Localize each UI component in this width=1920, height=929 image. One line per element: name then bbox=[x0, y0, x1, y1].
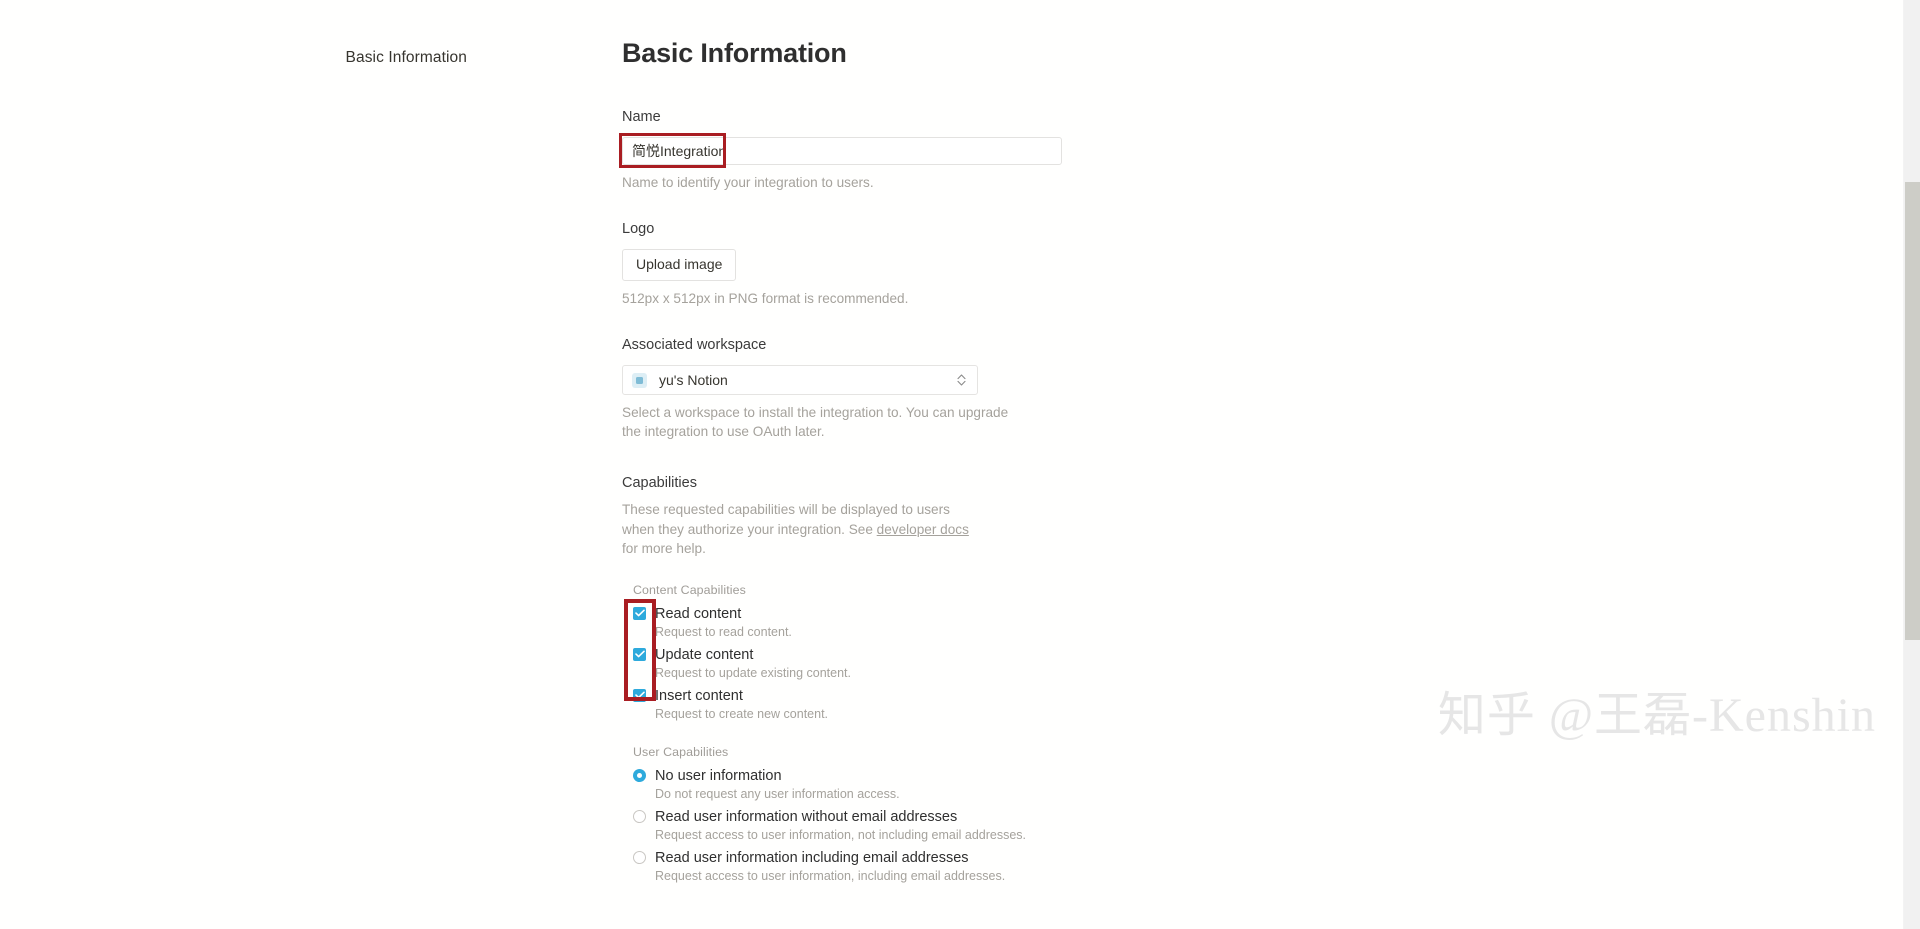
name-help-text: Name to identify your integration to use… bbox=[622, 175, 874, 190]
sidebar: Basic Information bbox=[0, 0, 615, 929]
radio-row-no-user-information[interactable]: No user information Do not request any u… bbox=[633, 767, 1062, 803]
workspace-help-line-1: Select a workspace to install the integr… bbox=[622, 405, 1009, 420]
checkbox-sublabel: Request to create new content. bbox=[655, 706, 829, 721]
checkbox-label: Insert content bbox=[655, 687, 743, 704]
checkbox-checked-icon[interactable] bbox=[633, 647, 646, 661]
capabilities-heading: Capabilities bbox=[622, 475, 697, 491]
checkbox-control[interactable] bbox=[633, 687, 655, 702]
radio-label: No user information bbox=[655, 767, 782, 784]
workspace-help-text: Select a workspace to install the integr… bbox=[622, 403, 1062, 441]
workspace-label: Associated workspace bbox=[622, 337, 767, 353]
workspace-select[interactable]: yu's Notion bbox=[622, 365, 978, 395]
capabilities-section: Capabilities These requested capabilitie… bbox=[622, 475, 1062, 885]
capabilities-desc-part2: authorize your integration. See bbox=[687, 521, 877, 537]
chevron-updown-icon bbox=[956, 373, 967, 387]
checkbox-sublabel: Request to update existing content. bbox=[655, 665, 851, 680]
radio-control[interactable] bbox=[633, 849, 655, 864]
radio-row-read-user-info-no-email[interactable]: Read user information without email addr… bbox=[633, 808, 1062, 844]
checkbox-text: Insert content Request to create new con… bbox=[655, 687, 1062, 723]
radio-text: Read user information without email addr… bbox=[655, 808, 1062, 844]
name-input[interactable] bbox=[622, 137, 1062, 165]
content-capabilities-group: Content Capabilities Read content Reques… bbox=[624, 582, 1062, 723]
logo-field-group: Logo Upload image 512px x 512px in PNG f… bbox=[622, 220, 1062, 308]
checkbox-label: Update content bbox=[655, 646, 754, 663]
main-content: Basic Information Name Name to identify … bbox=[615, 0, 1920, 929]
name-label: Name bbox=[622, 109, 661, 125]
checkbox-label: Read content bbox=[655, 605, 742, 622]
radio-control[interactable] bbox=[633, 767, 655, 782]
sidebar-item-basic-information[interactable]: Basic Information bbox=[346, 48, 467, 68]
radio-selected-icon[interactable] bbox=[633, 768, 646, 782]
capabilities-description: These requested capabilities will be dis… bbox=[622, 500, 982, 559]
radio-unselected-icon[interactable] bbox=[633, 850, 646, 864]
radio-sublabel: Do not request any user information acce… bbox=[655, 786, 900, 801]
content-capabilities-title: Content Capabilities bbox=[633, 582, 746, 597]
radio-text: Read user information including email ad… bbox=[655, 849, 1062, 885]
vertical-scrollbar-track[interactable] bbox=[1903, 0, 1920, 929]
workspace-selected-value: yu's Notion bbox=[659, 372, 728, 388]
radio-sublabel: Request access to user information, not … bbox=[655, 827, 1027, 842]
checkbox-text: Update content Request to update existin… bbox=[655, 646, 1062, 682]
vertical-scrollbar-thumb[interactable] bbox=[1905, 182, 1920, 640]
checkbox-sublabel: Request to read content. bbox=[655, 624, 792, 639]
developer-docs-link[interactable]: developer docs bbox=[877, 522, 969, 537]
radio-control[interactable] bbox=[633, 808, 655, 823]
user-capabilities-group: User Capabilities No user information Do… bbox=[633, 745, 1062, 885]
logo-label: Logo bbox=[622, 221, 655, 237]
radio-row-read-user-info-with-email[interactable]: Read user information including email ad… bbox=[633, 849, 1062, 885]
checkbox-checked-icon[interactable] bbox=[633, 606, 646, 620]
workspace-field-group: Associated workspace yu's Notion Select … bbox=[622, 336, 1062, 441]
page-title: Basic Information bbox=[622, 38, 847, 68]
radio-text: No user information Do not request any u… bbox=[655, 767, 1062, 803]
workspace-icon bbox=[632, 372, 647, 388]
upload-image-button[interactable]: Upload image bbox=[622, 249, 737, 281]
radio-sublabel: Request access to user information, incl… bbox=[655, 868, 1006, 883]
page-root: Basic Information Basic Information Name… bbox=[0, 0, 1920, 929]
checkbox-row-read-content[interactable]: Read content Request to read content. bbox=[633, 605, 1062, 641]
name-field-group: Name Name to identify your integration t… bbox=[619, 108, 1062, 192]
checkbox-text: Read content Request to read content. bbox=[655, 605, 1062, 641]
checkbox-row-insert-content[interactable]: Insert content Request to create new con… bbox=[633, 687, 1062, 723]
radio-label: Read user information without email addr… bbox=[655, 808, 958, 825]
user-capabilities-title: User Capabilities bbox=[633, 744, 729, 759]
checkbox-control[interactable] bbox=[633, 605, 655, 620]
radio-label: Read user information including email ad… bbox=[655, 849, 969, 866]
capabilities-desc-part3: for more help. bbox=[622, 541, 706, 556]
radio-unselected-icon[interactable] bbox=[633, 809, 646, 823]
content-column: Basic Information Name Name to identify … bbox=[619, 36, 1062, 885]
checkbox-checked-icon[interactable] bbox=[633, 688, 646, 702]
checkbox-control[interactable] bbox=[633, 646, 655, 661]
logo-help-text: 512px x 512px in PNG format is recommend… bbox=[622, 291, 909, 306]
workspace-help-line-2: the integration to use OAuth later. bbox=[622, 424, 825, 439]
checkbox-row-update-content[interactable]: Update content Request to update existin… bbox=[633, 646, 1062, 682]
sidebar-inner: Basic Information bbox=[0, 48, 615, 68]
